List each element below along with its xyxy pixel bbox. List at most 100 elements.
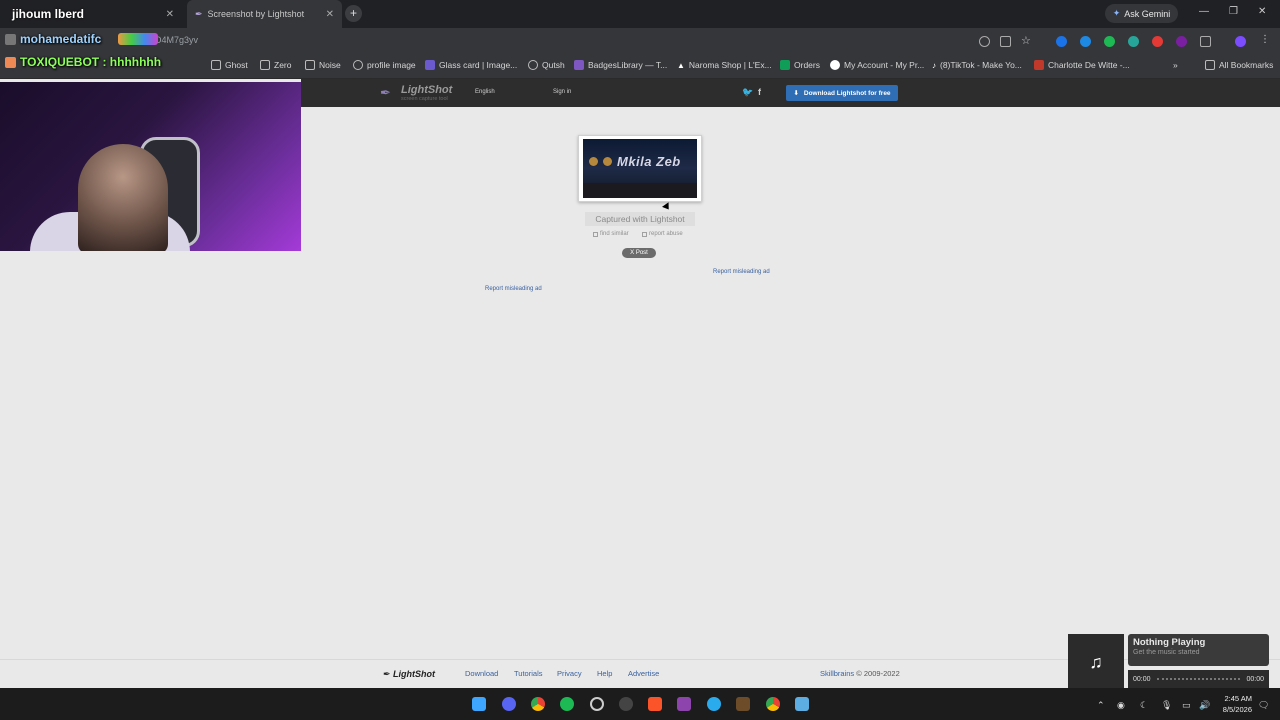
bookmark-noise[interactable]: Noise [305,60,341,70]
skillbrains-link[interactable]: Skillbrains [820,669,854,678]
download-label: Download Lightshot for free [803,89,891,97]
stream-bot-line: TOXIQUEBOT : hhhhhhh [20,55,162,69]
windows-taskbar [0,688,1280,720]
discord-icon[interactable] [502,697,516,711]
clock-time: 2:45 AM [1224,694,1252,703]
sheet-icon [780,60,790,70]
minimize-icon[interactable]: — [1199,6,1209,17]
report-misleading-ad-link[interactable]: Report misleading ad [713,269,770,275]
report-abuse-link[interactable]: report abuse [642,231,683,237]
extension-green-icon[interactable] [1104,36,1115,47]
windows-start-icon[interactable] [472,697,486,711]
folder-icon [1205,60,1215,70]
streamer-face [78,144,168,251]
all-bookmarks-button[interactable]: All Bookmarks [1205,60,1273,70]
footer-logo[interactable]: ✒ LightShot [383,669,435,680]
footer-link-advertise[interactable]: Advertise [628,669,659,678]
game-app-icon[interactable] [736,697,750,711]
sign-in-link[interactable]: Sign in [553,89,571,95]
facebook-icon[interactable]: f [758,87,761,97]
bookmark-tiktok[interactable]: ♪ (8)TikTok - Make Yo... [932,60,1022,70]
bookmark-naroma-shop[interactable]: ▲ Naroma Shop | L'Ex... [677,60,772,70]
language-select[interactable]: English [475,89,495,95]
tray-moon-icon[interactable]: ☾ [1140,700,1148,711]
star-icon[interactable]: ☆ [1021,34,1032,47]
microphone-icon[interactable]: 🎙 [1161,700,1172,711]
chrome-profile-icon[interactable] [766,697,780,711]
stream-chat-user: mohamedatifc [20,32,102,46]
tab-label: jihoum lberd [12,7,84,21]
new-tab-button[interactable]: + [345,5,362,22]
extension-teal-icon[interactable] [1128,36,1139,47]
volume-icon[interactable]: 🔊 [1199,700,1210,711]
media-title: Nothing Playing [1133,637,1206,648]
tab-jihoum-lberd[interactable]: jihoum lberd ✕ [4,0,182,28]
chrome-icon[interactable] [531,697,545,711]
extension-red-icon[interactable] [1152,36,1163,47]
close-icon[interactable]: ✕ [326,9,334,20]
footer-link-help[interactable]: Help [597,669,612,678]
ask-gemini-button[interactable]: ✦ Ask Gemini [1105,4,1178,23]
find-similar-label: find similar [600,231,629,237]
tab-lightshot[interactable]: ✒ Screenshot by Lightshot ✕ [187,0,342,28]
captured-with-lightshot: Captured with Lightshot [585,212,695,226]
screenshot-image[interactable]: Mkila Zeb [583,139,697,198]
extension-blue-icon[interactable] [1056,36,1067,47]
twitter-icon[interactable]: 🐦 [742,87,753,98]
install-app-icon[interactable] [1000,36,1011,47]
restore-icon[interactable]: ❐ [1229,6,1238,17]
bookmarks-overflow-icon[interactable]: » [1173,60,1178,70]
bot-icon [5,57,16,68]
purple-app-icon [425,60,435,70]
bookmark-qutsh[interactable]: Qutsh [528,60,565,70]
extension-purple-icon[interactable] [1176,36,1187,47]
menu-dots-icon[interactable]: ⋮ [1260,34,1271,45]
bookmark-charlotte-de-witte[interactable]: Charlotte De Witte -... [1034,60,1130,70]
extension-sky-icon[interactable] [1080,36,1091,47]
bookmark-label: Noise [319,60,341,70]
close-icon[interactable]: ✕ [166,9,174,20]
telegram-icon[interactable] [707,697,721,711]
sign-emblem [603,157,612,166]
bookmark-badges-library[interactable]: BadgesLibrary — T... [574,60,667,70]
lightshot-feather-icon: ✒ [195,8,203,19]
taskbar-clock[interactable]: 2:45 AM 8/5/2026 [1214,693,1252,715]
media-progress-track[interactable] [1156,678,1241,680]
bookmark-glass-card[interactable]: Glass card | Image... [425,60,517,70]
spotify-icon[interactable] [560,697,574,711]
extensions-puzzle-icon[interactable] [1200,36,1211,47]
x-post-button[interactable]: X Post [622,248,656,258]
bookmark-ghost[interactable]: Ghost [211,60,248,70]
brave-icon[interactable] [648,697,662,711]
bookmark-my-account[interactable]: My Account - My Pr... [830,60,924,70]
bookmark-orders[interactable]: Orders [780,60,820,70]
lightshot-logo[interactable]: LightShot [401,84,452,96]
download-lightshot-button[interactable]: ⬇ Download Lightshot for free [786,85,898,101]
steam-icon[interactable] [619,697,633,711]
bookmark-zero[interactable]: Zero [260,60,291,70]
snipping-tool-icon[interactable] [795,697,809,711]
notifications-icon[interactable]: 🗨 [1258,700,1269,711]
footer-link-privacy[interactable]: Privacy [557,669,582,678]
feather-logo-icon: ✒ [380,85,391,100]
profile-avatar[interactable] [1235,36,1246,47]
bookmark-label: Orders [794,60,820,70]
footer-link-tutorials[interactable]: Tutorials [514,669,542,678]
report-misleading-ad-link[interactable]: Report misleading ad [485,286,542,292]
find-similar-link[interactable]: find similar [593,231,629,237]
obs-icon[interactable] [590,697,604,711]
bookmark-profile-image[interactable]: profile image [353,60,416,70]
tray-discord-icon[interactable]: ◉ [1117,700,1125,711]
bookmark-label: Glass card | Image... [439,60,518,70]
media-info-panel: Nothing Playing Get the music started [1128,634,1269,666]
media-progress-bar[interactable]: 00:00 00:00 [1128,670,1269,688]
tray-overflow-icon[interactable]: ⌃ [1097,700,1105,711]
footer-link-download[interactable]: Download [465,669,498,678]
purple-app-icon[interactable] [677,697,691,711]
window-close-icon[interactable]: ✕ [1258,6,1266,17]
download-icon: ⬇ [793,90,799,97]
bookmark-label: BadgesLibrary — T... [588,60,668,70]
network-icon[interactable]: ▭ [1182,700,1191,711]
zoom-icon[interactable] [979,36,990,47]
folder-icon [305,60,315,70]
